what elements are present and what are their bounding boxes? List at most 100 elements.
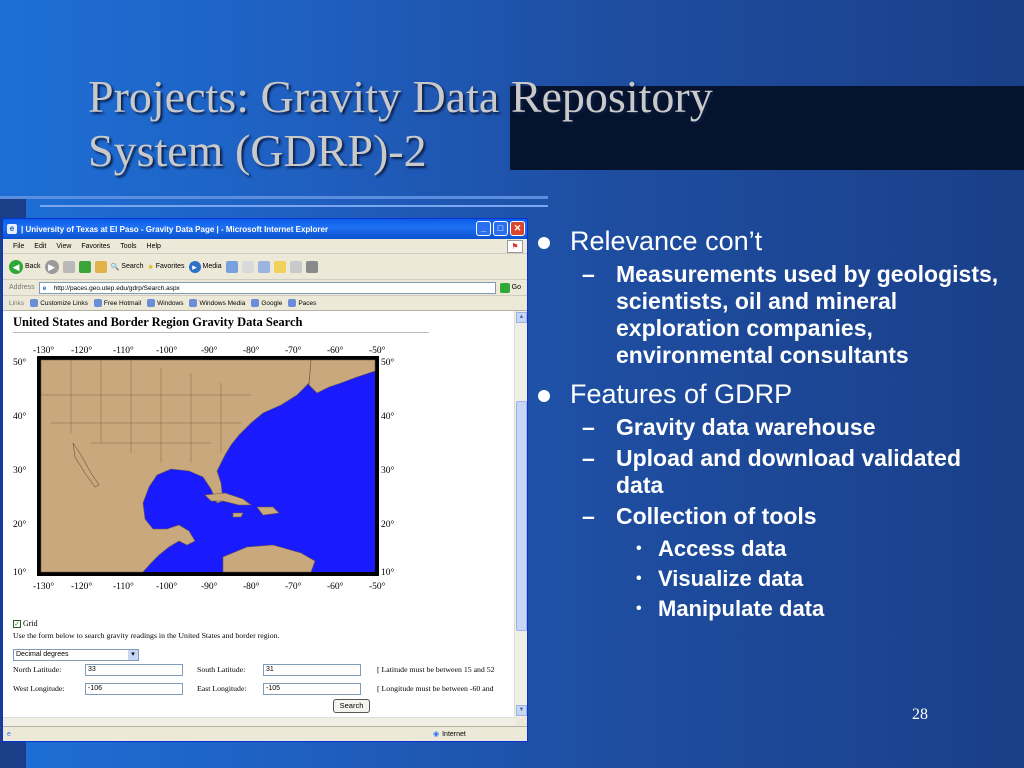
link-google[interactable]: Google (251, 299, 282, 307)
lon-label: -130° (33, 345, 54, 356)
menu-favorites[interactable]: Favorites (81, 243, 110, 250)
lon-label: -120° (71, 581, 92, 592)
edit-icon[interactable] (273, 260, 286, 273)
lon-label: -60° (327, 581, 344, 592)
lon-labels-top: -130° -120° -110° -100° -90° -80° -70° -… (33, 345, 386, 356)
back-button[interactable]: ◀ Back (9, 259, 41, 274)
link-paces[interactable]: Paces (288, 299, 316, 307)
menu-file[interactable]: File (13, 243, 24, 250)
menu-tools[interactable]: Tools (120, 243, 136, 250)
link-windows[interactable]: Windows (147, 299, 183, 307)
forward-arrow-icon: ▶ (44, 259, 59, 274)
lat-label: 20° (381, 519, 395, 530)
lat-label: 10° (13, 567, 27, 578)
south-latitude-label: South Latitude: (197, 665, 246, 674)
lon-label: -70° (285, 581, 302, 592)
media-button[interactable]: ▸ Media (188, 260, 222, 273)
menu-edit[interactable]: Edit (34, 243, 46, 250)
lat-label: 20° (13, 519, 27, 530)
browser-toolbar: ◀ Back ▶ 🔍 Search ★ Favorites ▸ Media (3, 254, 527, 280)
grid-label: Grid (23, 619, 38, 628)
search-instructions: Use the form below to search gravity rea… (13, 631, 280, 640)
security-zone: ◉ Internet (433, 730, 466, 739)
refresh-icon[interactable] (78, 260, 91, 273)
bullet-dot-icon (538, 237, 550, 249)
messenger-icon[interactable] (305, 260, 318, 273)
forward-button[interactable]: ▶ (44, 259, 59, 274)
lon-label: -100° (156, 345, 177, 356)
browser-title-bar[interactable]: e | University of Texas at El Paso - Gra… (3, 219, 527, 239)
favorites-label: Favorites (155, 263, 185, 270)
small-dot-icon: • (636, 600, 642, 617)
north-latitude-input[interactable]: 33 (85, 664, 183, 676)
lat-label: 50° (13, 357, 27, 368)
east-longitude-label: East Longitude: (197, 684, 247, 693)
vertical-scrollbar[interactable]: ▲ ▼ (514, 311, 527, 717)
west-longitude-input[interactable]: -106 (85, 683, 183, 695)
favorites-button[interactable]: ★ Favorites (147, 263, 184, 271)
bullet-list: Relevance con’t – Measurements used by ge… (532, 226, 1012, 624)
sub-bullet: – Upload and download validated data (532, 445, 1012, 499)
scroll-thumb[interactable] (516, 401, 527, 631)
star-icon: ★ (147, 263, 154, 271)
mail-icon[interactable] (241, 260, 254, 273)
gravity-map[interactable]: -130° -120° -110° -100° -90° -80° -70° -… (11, 343, 403, 623)
lat-label: 40° (381, 411, 395, 422)
small-dot-icon: • (636, 540, 642, 557)
lon-label: -120° (71, 345, 92, 356)
history-icon[interactable] (225, 260, 238, 273)
west-longitude-label: West Longitude: (13, 684, 65, 693)
link-free-hotmail[interactable]: Free Hotmail (94, 299, 141, 307)
page-content: United States and Border Region Gravity … (3, 311, 516, 717)
links-bar: Links Customize Links Free Hotmail Windo… (3, 296, 527, 311)
print-icon[interactable] (257, 260, 270, 273)
bullet-relevance: Relevance con’t (532, 226, 1012, 257)
scroll-down-icon[interactable]: ▼ (516, 705, 527, 716)
lat-labels-right: 50° 40° 30° 20° 10° (381, 357, 395, 578)
menu-help[interactable]: Help (147, 243, 161, 250)
tool-bullet-text: Access data (658, 536, 787, 561)
scroll-up-icon[interactable]: ▲ (516, 312, 527, 323)
minimize-button[interactable]: _ (476, 221, 491, 236)
home-icon[interactable] (94, 260, 107, 273)
menu-bar: File Edit View Favorites Tools Help ⚑ (3, 239, 527, 254)
decorative-line (40, 205, 548, 207)
lon-label: -80° (243, 581, 260, 592)
bullet-features-text: Features of GDRP (570, 379, 793, 409)
lon-labels-bottom: -130° -120° -110° -100° -90° -80° -70° -… (33, 581, 386, 592)
stop-icon[interactable] (62, 260, 75, 273)
dash-icon: – (582, 414, 595, 440)
north-latitude-label: North Latitude: (13, 665, 62, 674)
maximize-button[interactable]: □ (493, 221, 508, 236)
page-heading: United States and Border Region Gravity … (13, 315, 303, 329)
lon-label: -130° (33, 581, 54, 592)
link-customize-links[interactable]: Customize Links (30, 299, 88, 307)
slide-page-number: 28 (912, 706, 928, 723)
back-arrow-icon: ◀ (9, 259, 23, 274)
browser-window-title: | University of Texas at El Paso - Gravi… (21, 224, 329, 234)
lon-label: -60° (327, 345, 344, 356)
grid-checkbox[interactable]: ✓ (13, 619, 21, 628)
search-submit-button[interactable]: Search (333, 699, 370, 713)
link-windows-media[interactable]: Windows Media (189, 299, 245, 307)
close-button[interactable]: ✕ (510, 221, 525, 236)
search-button[interactable]: 🔍 Search (111, 263, 144, 271)
bullet-features: Features of GDRP (532, 379, 1012, 410)
coordinate-format-select[interactable]: Decimal degrees (13, 649, 139, 661)
bullet-dot-icon (538, 390, 550, 402)
south-latitude-input[interactable]: 31 (263, 664, 361, 676)
east-longitude-input[interactable]: -105 (263, 683, 361, 695)
tool-bullet: • Visualize data (532, 564, 1012, 594)
address-input[interactable]: http://paces.geo.utep.edu/gdrp/Search.as… (38, 281, 496, 294)
lon-label: -80° (243, 345, 260, 356)
ie-icon: e (7, 224, 17, 234)
page-status-icon: e (7, 730, 11, 738)
lon-label: -90° (201, 345, 218, 356)
menu-view[interactable]: View (56, 243, 71, 250)
latitude-note: [ Latitude must be between 15 and 52 (377, 665, 495, 674)
grid-option[interactable]: ✓ Grid (13, 619, 38, 628)
lat-label: 10° (381, 567, 395, 578)
go-button[interactable]: Go (499, 282, 521, 293)
sub-bullet: – Collection of tools (532, 503, 1012, 530)
discuss-icon[interactable] (289, 260, 302, 273)
